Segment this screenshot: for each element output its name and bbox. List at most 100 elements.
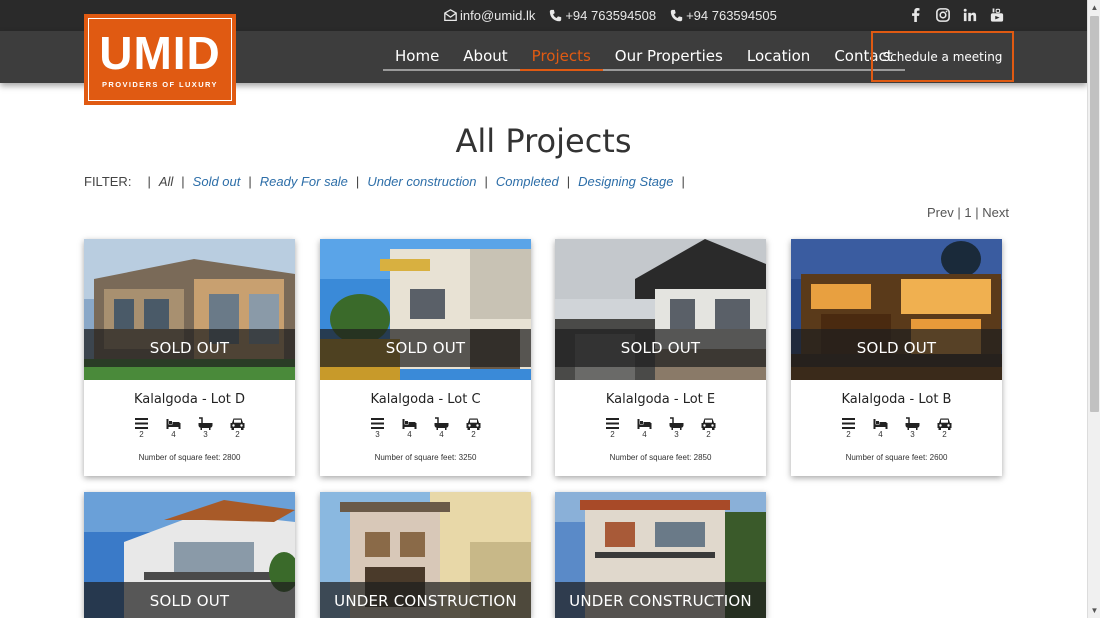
filter-sold-out[interactable]: Sold out — [193, 174, 241, 189]
status-label: SOLD OUT — [84, 582, 295, 618]
contact-info: info@umid.lk +94 763594508 +94 763594505 — [444, 8, 777, 23]
floors-count: 2 — [139, 430, 144, 439]
project-card-row2-3[interactable]: UNDER CONSTRUCTION — [555, 492, 766, 618]
filter-completed[interactable]: Completed — [496, 174, 559, 189]
project-name: Kalalgoda - Lot E — [605, 392, 716, 407]
filter-designing-stage[interactable]: Designing Stage — [578, 174, 673, 189]
filter-under-construction[interactable]: Under construction — [367, 174, 476, 189]
car-icon — [466, 418, 481, 430]
square-feet: Number of square feet: 2850 — [609, 453, 712, 462]
feature-icons: 2 4 3 2 — [555, 417, 766, 439]
baths-count: 4 — [439, 430, 444, 439]
instagram-icon[interactable] — [935, 7, 950, 22]
filter-separator: | — [147, 174, 151, 189]
status-label: SOLD OUT — [320, 329, 531, 367]
scroll-up-arrow-icon[interactable]: ▲ — [1090, 3, 1099, 12]
nav-about[interactable]: About — [451, 31, 520, 71]
filter-separator: | — [355, 174, 360, 189]
project-name: Kalalgoda - Lot B — [841, 392, 952, 407]
project-filter: FILTER: | All | Sold out | Ready For sal… — [84, 174, 693, 189]
project-card-lot-b[interactable]: SOLD OUT Kalalgoda - Lot B 2 4 3 2 Numbe… — [791, 239, 1002, 476]
status-label: UNDER CONSTRUCTION — [320, 582, 531, 618]
parking-feature: 2 — [701, 417, 717, 439]
filter-separator: | — [566, 174, 571, 189]
floors-feature: 2 — [841, 417, 857, 439]
filter-label: FILTER: — [84, 174, 132, 189]
project-card-lot-d[interactable]: SOLD OUT Kalalgoda - Lot D 2 4 3 2 Numbe… — [84, 239, 295, 476]
pager-separator: | — [975, 205, 979, 220]
filter-ready-for-sale[interactable]: Ready For sale — [260, 174, 348, 189]
logo-tagline: PROVIDERS OF LUXURY — [102, 80, 218, 89]
square-feet: Number of square feet: 3250 — [374, 453, 477, 462]
beds-count: 4 — [171, 430, 176, 439]
nav-projects[interactable]: Projects — [519, 31, 603, 71]
site-logo[interactable]: UMID PROVIDERS OF LUXURY — [84, 14, 236, 105]
floors-feature: 2 — [605, 417, 621, 439]
phone-link-2[interactable]: +94 763594505 — [670, 8, 777, 23]
floors-icon — [371, 418, 384, 429]
filter-separator: | — [181, 174, 185, 189]
logo-text: UMID — [99, 27, 221, 79]
feature-icons: 2 4 3 2 — [84, 417, 295, 439]
beds-feature: 4 — [637, 417, 653, 439]
project-card-lot-c[interactable]: SOLD OUT Kalalgoda - Lot C 3 4 4 2 Numbe… — [320, 239, 531, 476]
baths-feature: 3 — [198, 417, 214, 439]
beds-feature: 4 — [402, 417, 418, 439]
bed-icon — [166, 419, 181, 429]
email-link[interactable]: info@umid.lk — [444, 8, 535, 23]
baths-count: 3 — [674, 430, 679, 439]
bed-icon — [402, 419, 417, 429]
parking-feature: 2 — [466, 417, 482, 439]
parking-count: 2 — [471, 430, 476, 439]
nav-our-properties[interactable]: Our Properties — [602, 31, 735, 71]
project-name: Kalalgoda - Lot D — [133, 392, 246, 407]
project-card-row2-1[interactable]: SOLD OUT — [84, 492, 295, 618]
project-card-row2-2[interactable]: UNDER CONSTRUCTION — [320, 492, 531, 618]
car-icon — [701, 418, 716, 430]
square-feet: Number of square feet: 2600 — [845, 453, 948, 462]
social-links — [908, 7, 1004, 22]
status-label: UNDER CONSTRUCTION — [555, 582, 766, 618]
linkedin-icon[interactable] — [962, 7, 977, 22]
beds-count: 4 — [407, 430, 412, 439]
floors-count: 2 — [846, 430, 851, 439]
email-text: info@umid.lk — [460, 8, 536, 23]
phone-icon — [670, 9, 683, 22]
parking-count: 2 — [706, 430, 711, 439]
filter-separator: | — [484, 174, 488, 189]
baths-feature: 3 — [905, 417, 921, 439]
page-scrollbar[interactable]: ▲ ▼ — [1087, 0, 1100, 618]
nav-home[interactable]: Home — [383, 31, 452, 71]
envelope-icon — [444, 9, 457, 22]
bed-icon — [873, 419, 888, 429]
filter-all[interactable]: All — [159, 174, 173, 189]
project-card-lot-e[interactable]: SOLD OUT Kalalgoda - Lot E 2 4 3 2 Numbe… — [555, 239, 766, 476]
pager-separator: | — [957, 205, 961, 220]
scroll-down-arrow-icon[interactable]: ▼ — [1090, 606, 1099, 615]
schedule-meeting-button[interactable]: Schedule a meeting — [871, 31, 1014, 82]
baths-feature: 3 — [669, 417, 685, 439]
pagination: Prev | 1 | Next — [927, 205, 1009, 220]
parking-count: 2 — [942, 430, 947, 439]
project-name: Kalalgoda - Lot C — [370, 392, 481, 407]
youtube-icon[interactable] — [989, 7, 1004, 22]
parking-feature: 2 — [230, 417, 246, 439]
floors-icon — [135, 418, 148, 429]
scroll-thumb[interactable] — [1090, 16, 1099, 412]
beds-count: 4 — [878, 430, 883, 439]
facebook-icon[interactable] — [908, 7, 923, 22]
beds-count: 4 — [642, 430, 647, 439]
prev-page-link[interactable]: Prev — [927, 205, 954, 220]
bed-icon — [637, 419, 652, 429]
parking-feature: 2 — [937, 417, 953, 439]
bathtub-icon — [434, 417, 449, 430]
status-label: SOLD OUT — [84, 329, 295, 367]
page-title: All Projects — [455, 122, 632, 160]
page-1-link[interactable]: 1 — [964, 205, 971, 220]
next-page-link[interactable]: Next — [982, 205, 1009, 220]
phone-link-1[interactable]: +94 763594508 — [549, 8, 656, 23]
floors-feature: 2 — [134, 417, 150, 439]
nav-location[interactable]: Location — [734, 31, 823, 71]
floors-count: 3 — [375, 430, 380, 439]
beds-feature: 4 — [873, 417, 889, 439]
